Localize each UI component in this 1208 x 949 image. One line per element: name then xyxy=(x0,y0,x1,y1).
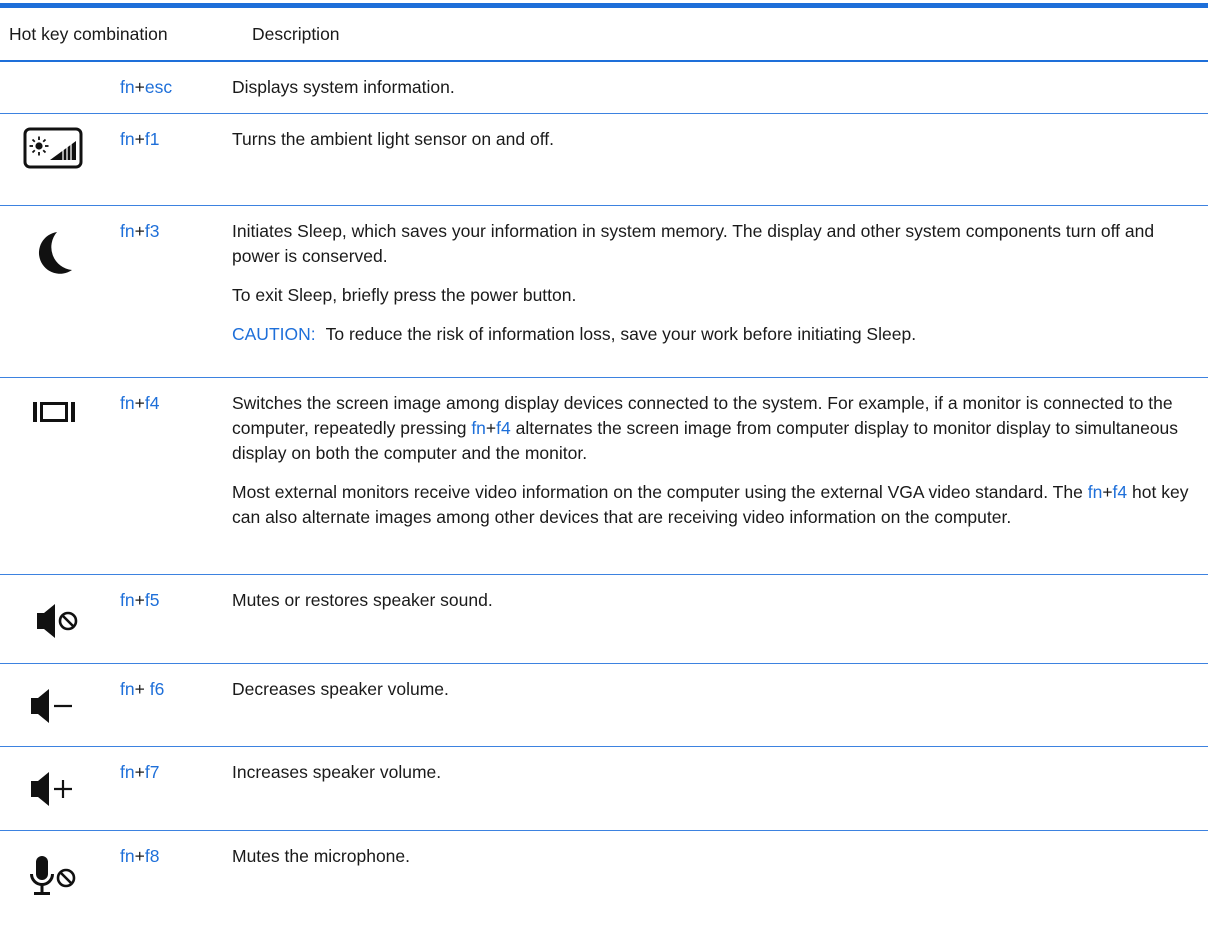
inline-key-fn: fn xyxy=(471,417,486,438)
table-header-row: Hot key combination Description xyxy=(0,8,1208,62)
icon-cell xyxy=(0,113,120,206)
table-row: fn+f7 Increases speaker volume. xyxy=(0,746,1208,831)
description-text: Most external monitors receive video inf… xyxy=(232,480,1192,530)
key-f8: f8 xyxy=(144,845,160,866)
description-text: To exit Sleep, briefly press the power b… xyxy=(232,284,577,305)
key-esc: esc xyxy=(144,77,173,97)
ambient-light-sensor-icon xyxy=(23,127,83,168)
key-f3: f3 xyxy=(144,220,160,241)
hotkey-cell: fn+f3 xyxy=(120,205,232,378)
inline-key-f4: f4 xyxy=(1112,481,1128,502)
switch-display-icon xyxy=(33,401,75,422)
key-fn: fn xyxy=(120,845,135,866)
description-text: Initiates Sleep, which saves your inform… xyxy=(232,220,1155,266)
header-hotkey-combination: Hot key combination xyxy=(0,8,232,62)
table-row: fn+f1 Turns the ambient light sensor on … xyxy=(0,113,1208,206)
key-fn: fn xyxy=(120,678,135,699)
icon-cell xyxy=(0,830,120,910)
hotkey-cell: fn+f4 xyxy=(120,377,232,575)
hotkey-cell: fn+esc xyxy=(120,61,232,114)
description-cell: Mutes or restores speaker sound. xyxy=(232,574,1208,664)
key-f6: f6 xyxy=(144,678,165,699)
description-cell: Switches the screen image among display … xyxy=(232,377,1208,575)
description-text: Switches the screen image among display … xyxy=(232,391,1192,466)
plus-sign: + xyxy=(134,77,145,97)
plus-sign: + xyxy=(134,678,145,699)
plus-sign: + xyxy=(134,589,145,610)
key-fn: fn xyxy=(120,589,135,610)
volume-up-icon xyxy=(31,771,72,806)
hotkey-cell: fn+ f6 xyxy=(120,663,232,747)
table-row: fn+f8 Mutes the microphone. xyxy=(0,830,1208,910)
description-cell: Decreases speaker volume. xyxy=(232,663,1208,747)
icon-cell xyxy=(0,663,120,747)
inline-key-f4: f4 xyxy=(496,417,511,438)
table-row: fn+f3 Initiates Sleep, which saves your … xyxy=(0,205,1208,378)
icon-cell xyxy=(0,574,120,664)
caution-text: To reduce the risk of information loss, … xyxy=(325,323,917,344)
description-cell: Displays system information. xyxy=(232,61,1208,114)
key-fn: fn xyxy=(120,77,135,97)
hotkey-table: Hot key combination Description fn+esc D… xyxy=(0,8,1208,910)
icon-cell xyxy=(0,377,120,575)
plus-sign: + xyxy=(134,845,145,866)
text-span: Most external monitors receive video inf… xyxy=(232,481,1088,502)
plus-sign: + xyxy=(134,220,145,241)
icon-cell xyxy=(0,61,120,114)
inline-plus: + xyxy=(1102,481,1113,502)
table-row: fn+f4 Switches the screen image among di… xyxy=(0,377,1208,575)
sleep-moon-icon xyxy=(38,231,72,274)
key-fn: fn xyxy=(120,128,135,149)
description-text: Decreases speaker volume. xyxy=(232,678,449,699)
hotkey-cell: fn+f7 xyxy=(120,746,232,831)
volume-down-icon xyxy=(31,688,72,723)
key-f7: f7 xyxy=(144,761,160,782)
caution-label: CAUTION: xyxy=(232,323,316,344)
description-text: Turns the ambient light sensor on and of… xyxy=(232,128,554,149)
key-fn: fn xyxy=(120,761,135,782)
table-row: fn+f5 Mutes or restores speaker sound. xyxy=(0,574,1208,664)
description-text: Displays system information. xyxy=(232,77,455,97)
description-text: Increases speaker volume. xyxy=(232,761,442,782)
speaker-mute-icon xyxy=(37,603,78,638)
icon-cell xyxy=(0,746,120,831)
caution-note: CAUTION: To reduce the risk of informatio… xyxy=(232,322,1192,347)
table-row: fn+ f6 Decreases speaker volume. xyxy=(0,663,1208,747)
description-text: Mutes or restores speaker sound. xyxy=(232,589,493,610)
description-cell: Turns the ambient light sensor on and of… xyxy=(232,113,1208,206)
hotkey-cell: fn+f1 xyxy=(120,113,232,206)
key-f4: f4 xyxy=(144,392,160,413)
description-cell: Mutes the microphone. xyxy=(232,830,1208,910)
table-row: fn+esc Displays system information. xyxy=(0,61,1208,114)
key-f5: f5 xyxy=(144,589,160,610)
plus-sign: + xyxy=(134,392,145,413)
hotkey-cell: fn+f8 xyxy=(120,830,232,910)
key-fn: fn xyxy=(120,220,135,241)
icon-cell xyxy=(0,205,120,378)
plus-sign: + xyxy=(134,128,145,149)
microphone-mute-icon xyxy=(30,855,76,895)
key-f1: f1 xyxy=(144,128,160,149)
inline-plus: + xyxy=(485,417,497,438)
plus-sign: + xyxy=(134,761,145,782)
description-cell: Initiates Sleep, which saves your inform… xyxy=(232,205,1208,378)
description-cell: Increases speaker volume. xyxy=(232,746,1208,831)
inline-key-fn: fn xyxy=(1087,481,1103,502)
key-fn: fn xyxy=(120,392,135,413)
description-text: Mutes the microphone. xyxy=(232,845,411,866)
hotkey-cell: fn+f5 xyxy=(120,574,232,664)
header-description: Description xyxy=(232,8,1208,62)
